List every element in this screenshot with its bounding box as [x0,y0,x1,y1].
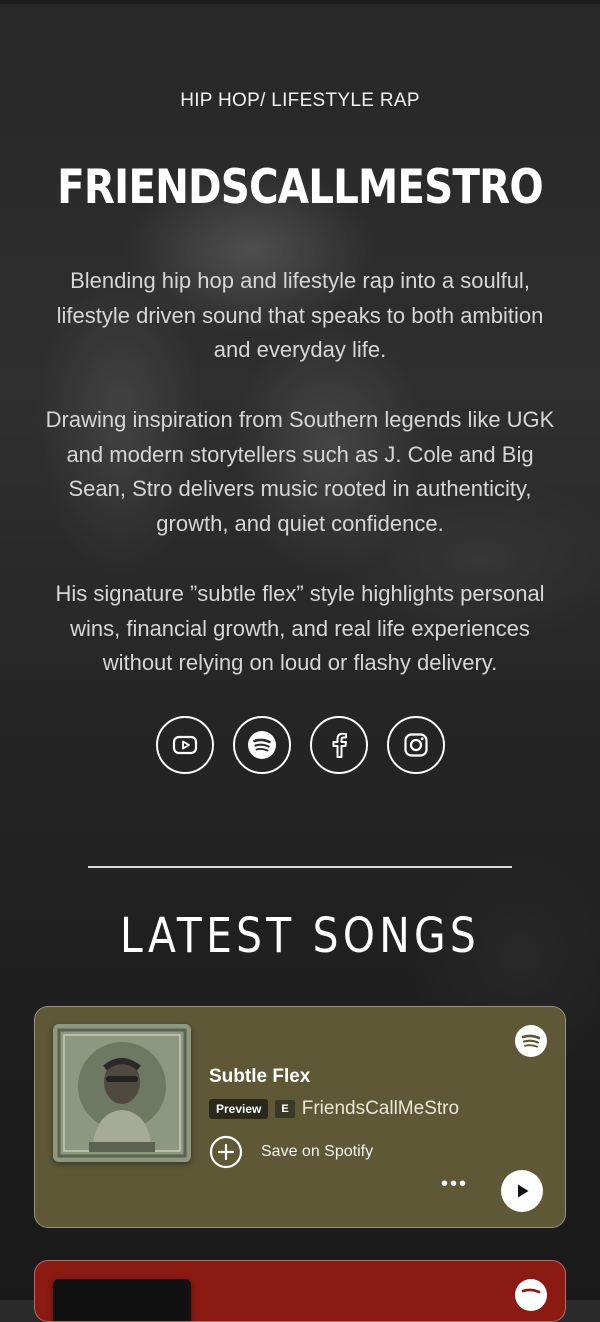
social-links [0,716,600,774]
song-meta: Preview E FriendsCallMeStro [209,1098,459,1120]
album-cover-2[interactable] [53,1279,191,1321]
section-divider [88,866,512,868]
save-label: Save on Spotify [261,1143,374,1160]
song-artist-link[interactable]: FriendsCallMeStro [302,1098,459,1120]
facebook-icon [332,732,347,758]
save-on-spotify-button[interactable]: Save on Spotify [209,1135,373,1169]
spotify-embed-card: Subtle Flex Preview E FriendsCallMeStro … [34,1006,566,1228]
explicit-badge: E [275,1100,295,1118]
play-icon [518,1184,529,1198]
song-title[interactable]: Subtle Flex [209,1066,310,1088]
spotify-logo-link-2[interactable] [515,1279,547,1316]
spotify-icon [247,731,276,759]
bio-paragraph-2: Drawing inspiration from Southern legend… [45,407,555,537]
spotify-logo-icon [515,1279,547,1311]
latest-songs-heading: LATEST SONGS [120,908,480,964]
spotify-link[interactable] [232,716,291,774]
more-options-button[interactable]: ••• [441,1173,468,1196]
bio-paragraph-3: His signature ”subtle flex” style highli… [55,581,545,676]
youtube-icon [172,735,197,755]
spotify-embed-card-2 [34,1260,566,1322]
spotify-logo-icon [515,1025,547,1057]
spotify-logo-link[interactable] [515,1025,547,1062]
album-art-image [53,1024,191,1162]
instagram-link[interactable] [386,716,445,774]
top-border [0,0,600,4]
preview-badge: Preview [209,1099,269,1119]
play-button[interactable] [501,1170,543,1212]
youtube-link[interactable] [155,716,214,774]
add-circle-icon [209,1135,243,1169]
bio-paragraph-1: Blending hip hop and lifestyle rap into … [56,268,544,363]
instagram-icon [403,733,428,757]
album-cover[interactable] [53,1024,191,1162]
genre-label: HIP HOP/ LIFESTYLE RAP [180,90,420,111]
facebook-link[interactable] [309,716,368,774]
artist-title: FRIENDSCALLMESTRO [57,160,544,215]
